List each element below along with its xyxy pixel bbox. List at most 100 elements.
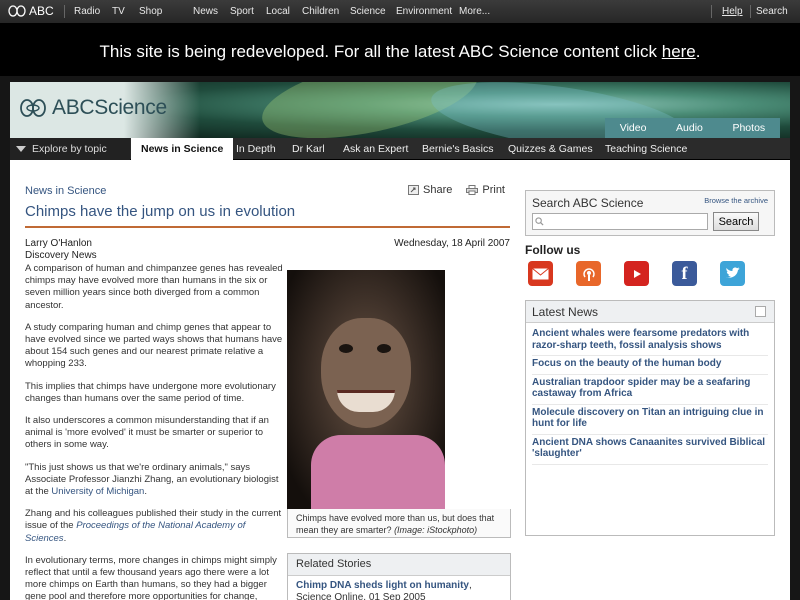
banner-here-link[interactable]: here xyxy=(662,42,696,61)
follow-us-title: Follow us xyxy=(525,243,581,257)
headline-rule xyxy=(25,226,510,228)
site-frame: ABC Science Video Audio Photos Explore b… xyxy=(0,76,800,600)
latest-news-item[interactable]: Molecule discovery on Titan an intriguin… xyxy=(532,405,768,435)
paragraph: It also underscores a common misundersta… xyxy=(25,415,269,451)
nav-more[interactable]: More... xyxy=(459,6,490,17)
paragraph-text: . xyxy=(63,532,67,544)
article-date: Wednesday, 18 April 2007 xyxy=(394,238,510,249)
chimpanzee-photo xyxy=(287,270,445,509)
triangle-down-icon xyxy=(16,146,26,152)
divider xyxy=(64,5,65,18)
latest-news-list: Ancient whales were fearsome predators w… xyxy=(526,323,774,468)
tab-in-depth[interactable]: In Depth xyxy=(236,138,276,160)
latest-news-item[interactable]: Ancient whales were fearsome predators w… xyxy=(532,326,768,356)
email-icon[interactable] xyxy=(528,261,553,286)
nav-help[interactable]: Help xyxy=(722,6,743,17)
tab-bernies-basics[interactable]: Bernie's Basics xyxy=(422,138,493,160)
search-button[interactable]: Search xyxy=(713,212,759,231)
bird-glyph xyxy=(725,267,740,278)
paragraph: This implies that chimps have undergone … xyxy=(25,380,276,404)
latest-news-item[interactable]: Focus on the beauty of the human body xyxy=(532,356,768,375)
nav-search[interactable]: Search xyxy=(756,6,788,17)
tab-dr-karl[interactable]: Dr Karl xyxy=(292,138,325,160)
facebook-icon[interactable]: f xyxy=(672,261,697,286)
chimp-shirt xyxy=(311,435,445,509)
redevelopment-banner: This site is being redeveloped. For all … xyxy=(0,24,800,76)
main-content: News in Science Share Print Chimps have … xyxy=(10,160,790,600)
paragraph: A comparison of human and chimpanzee gen… xyxy=(25,263,283,311)
nav-children[interactable]: Children xyxy=(302,6,339,17)
tab-video[interactable]: Video xyxy=(620,122,647,134)
share-button[interactable]: Share xyxy=(408,184,452,196)
latest-news-item[interactable]: Ancient DNA shows Canaanites survived Bi… xyxy=(532,435,768,465)
envelope-glyph xyxy=(532,267,549,279)
browse-archive-link[interactable]: Browse the archive xyxy=(704,196,768,205)
search-input[interactable] xyxy=(532,213,708,230)
print-label: Print xyxy=(482,184,505,196)
nav-sport[interactable]: Sport xyxy=(230,6,254,17)
nav-radio[interactable]: Radio xyxy=(74,6,100,17)
section-nav: Explore by topic News in Science In Dept… xyxy=(10,138,790,160)
youtube-icon[interactable] xyxy=(624,261,649,286)
tab-ask-an-expert[interactable]: Ask an Expert xyxy=(343,138,408,160)
latest-news-box: Latest News Ancient whales were fearsome… xyxy=(525,300,775,536)
latest-news-title: Latest News xyxy=(532,305,599,319)
related-story-link[interactable]: Chimp DNA sheds light on humanity xyxy=(296,580,469,591)
paragraph: In evolutionary terms, more changes in c… xyxy=(25,554,277,600)
abc-logo[interactable]: ABC xyxy=(8,4,54,18)
brand-abc: ABC xyxy=(52,96,95,119)
byline: Larry O'Hanlon Discovery News xyxy=(25,238,97,262)
tab-quizzes-games[interactable]: Quizzes & Games xyxy=(508,138,593,160)
banner-text: This site is being redeveloped. For all … xyxy=(99,42,657,61)
share-label: Share xyxy=(423,184,453,196)
search-label: Search ABC Science xyxy=(532,196,644,210)
abc-logo-text: ABC xyxy=(29,4,54,18)
related-story: Chimp DNA sheds light on humanity, Scien… xyxy=(288,576,510,600)
media-tabs: Video Audio Photos xyxy=(605,118,780,138)
play-glyph xyxy=(633,269,641,278)
paragraph-text: . xyxy=(144,486,147,498)
abc-science-header: ABC Science Video Audio Photos xyxy=(10,82,790,138)
image-credit: (Image: iStockphoto) xyxy=(394,525,478,535)
tab-photos[interactable]: Photos xyxy=(732,122,765,134)
photo-caption: Chimps have evolved more than us, but do… xyxy=(287,509,511,538)
article-tools: Share Print xyxy=(408,184,505,196)
explore-label: Explore by topic xyxy=(32,143,107,155)
related-stories-title: Related Stories xyxy=(288,554,510,576)
tab-audio[interactable]: Audio xyxy=(676,122,703,134)
tab-teaching-science[interactable]: Teaching Science xyxy=(605,138,687,160)
latest-news-item[interactable]: Australian trapdoor spider may be a seaf… xyxy=(532,375,768,405)
author: Larry O'Hanlon xyxy=(25,238,92,249)
nav-shop[interactable]: Shop xyxy=(139,6,162,17)
paragraph: "This just shows us that we're ordinary … xyxy=(25,462,283,499)
print-button[interactable]: Print xyxy=(466,184,505,196)
explore-by-topic-button[interactable]: Explore by topic xyxy=(10,138,130,160)
abc-science-logo[interactable]: ABC Science xyxy=(20,96,167,120)
rss-icon[interactable] xyxy=(755,306,766,317)
article-body: A comparison of human and chimpanzee gen… xyxy=(25,263,283,600)
tab-news-in-science[interactable]: News in Science xyxy=(131,138,234,160)
nav-science[interactable]: Science xyxy=(350,6,386,17)
brand-science: Science xyxy=(94,96,167,119)
section-link[interactable]: News in Science xyxy=(25,185,106,197)
abc-wave-icon xyxy=(8,5,26,17)
search-icon xyxy=(535,217,544,226)
nav-environment[interactable]: Environment xyxy=(396,6,452,17)
nav-news[interactable]: News xyxy=(193,6,218,17)
divider xyxy=(750,5,751,18)
podcast-glyph xyxy=(582,267,595,281)
nav-local[interactable]: Local xyxy=(266,6,290,17)
search-box: Search ABC Science Browse the archive Se… xyxy=(525,190,775,236)
university-of-michigan-link[interactable]: University of Michigan xyxy=(51,486,144,497)
global-nav-bar: ABC Radio TV Shop News Sport Local Child… xyxy=(0,0,800,24)
source: Discovery News xyxy=(25,250,97,261)
divider xyxy=(711,5,712,18)
chimp-eye xyxy=(339,344,353,353)
twitter-icon[interactable] xyxy=(720,261,745,286)
nav-tv[interactable]: TV xyxy=(112,6,125,17)
printer-icon xyxy=(466,185,479,195)
podcast-icon[interactable] xyxy=(576,261,601,286)
article-headline: Chimps have the jump on us in evolution xyxy=(25,203,296,220)
share-icon xyxy=(408,185,420,195)
paragraph: Zhang and his colleagues published their… xyxy=(25,508,283,545)
